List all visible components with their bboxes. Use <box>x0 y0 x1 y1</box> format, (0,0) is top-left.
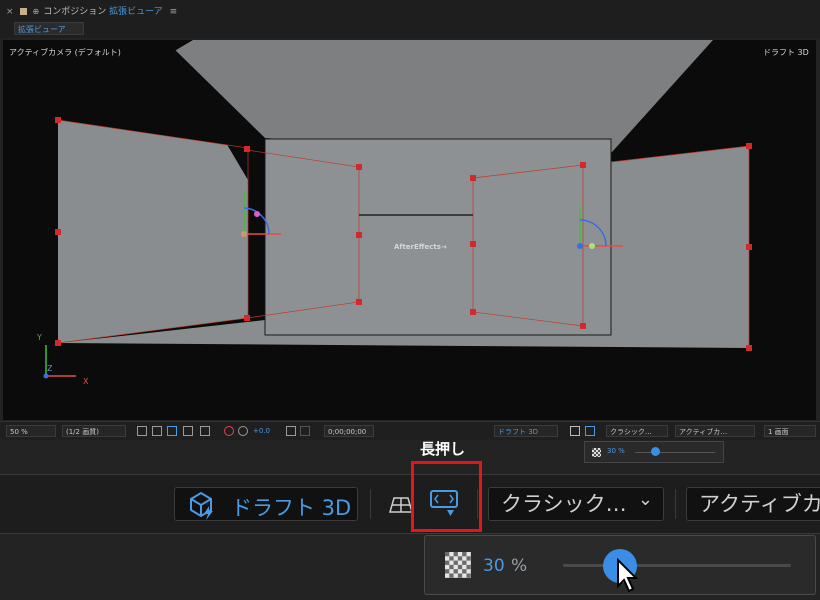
world-axes <box>43 345 76 379</box>
long-press-callout: 長押し <box>420 440 466 458</box>
right-wall <box>611 146 749 348</box>
panel-title: コンポジション <box>43 7 107 17</box>
viewer-toolbar: 50 % (1/2 画質) +0.0 0;00;00;00 ドラフト 3D クラ… <box>0 421 820 440</box>
panel-title-link[interactable]: 拡張ビューア <box>109 7 163 17</box>
axis-y-label: Y <box>37 333 42 342</box>
lock-icon[interactable]: ⊕ <box>33 7 40 16</box>
region-of-interest-icon[interactable] <box>137 426 147 436</box>
checkerboard-icon <box>445 552 471 578</box>
renderer-dropdown-small[interactable]: クラシック… <box>606 425 668 437</box>
panel-menu-icon[interactable]: ≡ <box>170 7 178 17</box>
zoom-slider-track[interactable] <box>563 564 791 567</box>
mesh-plane-icon-small[interactable] <box>570 426 580 436</box>
draft-3d-label: ドラフト 3D <box>231 496 352 520</box>
composition-tab[interactable]: × ⊕ コンポジション 拡張ビューア ≡ <box>6 4 177 17</box>
safe-margins-icon[interactable] <box>200 426 210 436</box>
transparency-grid-icon[interactable] <box>152 426 162 436</box>
chevron-down-icon: ⌄ <box>637 489 653 510</box>
renderer-dropdown[interactable]: クラシック… ⌄ <box>488 487 664 521</box>
draft-3d-button[interactable]: ドラフト 3D <box>174 487 358 521</box>
fast-preview-popup-small: 30 % <box>584 441 724 463</box>
slider-track-small[interactable] <box>635 452 715 453</box>
fast-preview-highlight <box>411 461 482 532</box>
mouse-cursor-icon <box>617 558 639 593</box>
scene-render <box>43 40 752 379</box>
camera-snapshot-icon[interactable] <box>286 426 296 436</box>
resolution-dropdown[interactable]: (1/2 画質) <box>62 425 126 437</box>
composition-color-icon <box>19 8 27 15</box>
camera-dropdown[interactable]: アクティブカ <box>686 487 820 521</box>
checkerboard-icon-small <box>592 448 601 457</box>
left-wall <box>58 120 248 343</box>
toolbar-divider <box>675 489 676 519</box>
show-snapshot-icon[interactable] <box>300 426 310 436</box>
camera-dropdown-small[interactable]: アクティブカ… <box>675 425 755 437</box>
axis-x-label: X <box>83 377 89 386</box>
composition-viewer[interactable]: アクティブカメラ (デフォルト) ドラフト 3D AfterEffects→ Y… <box>3 40 816 420</box>
active-camera-label: アクティブカメラ (デフォルト) <box>9 48 121 57</box>
renderer-label: ドラフト 3D <box>763 48 809 57</box>
guides-icon[interactable] <box>183 426 193 436</box>
toolbar-divider <box>370 489 371 519</box>
zoom-value-small: 30 % <box>607 447 625 455</box>
zoom-dropdown[interactable]: 50 % <box>6 425 56 437</box>
panel-header: × ⊕ コンポジション 拡張ビューア ≡ 拡張ビューア <box>0 0 820 38</box>
fast-preview-popup: 30 % <box>424 535 816 595</box>
color-channel-icon[interactable] <box>224 426 234 436</box>
views-dropdown-small[interactable]: 1 画面 <box>764 425 816 437</box>
renderer-dropdown-label: クラシック… <box>501 492 627 516</box>
text-layer[interactable]: AfterEffects→ <box>394 243 447 251</box>
slider-thumb-small[interactable] <box>650 447 660 456</box>
draft-3d-button-small[interactable]: ドラフト 3D <box>494 425 558 437</box>
timecode[interactable]: 0;00;00;00 <box>324 425 374 437</box>
mask-path-icon[interactable] <box>167 426 177 436</box>
fast-preview-icon-small[interactable] <box>585 426 595 436</box>
cube-lightning-icon <box>190 491 213 520</box>
zoom-value: 30 <box>483 556 505 576</box>
exposure-value[interactable]: +0.0 <box>250 425 273 437</box>
axis-z-label: Z <box>47 364 53 373</box>
close-tab-icon[interactable]: × <box>6 7 14 17</box>
toolbar-zoomed: ドラフト 3D クラシック… ⌄ アクティブカ <box>0 474 820 534</box>
exposure-reset-icon[interactable] <box>238 426 248 436</box>
subtab-extended-viewer[interactable]: 拡張ビューア <box>14 22 84 35</box>
back-wall <box>264 138 612 336</box>
zoom-unit: % <box>511 556 528 576</box>
